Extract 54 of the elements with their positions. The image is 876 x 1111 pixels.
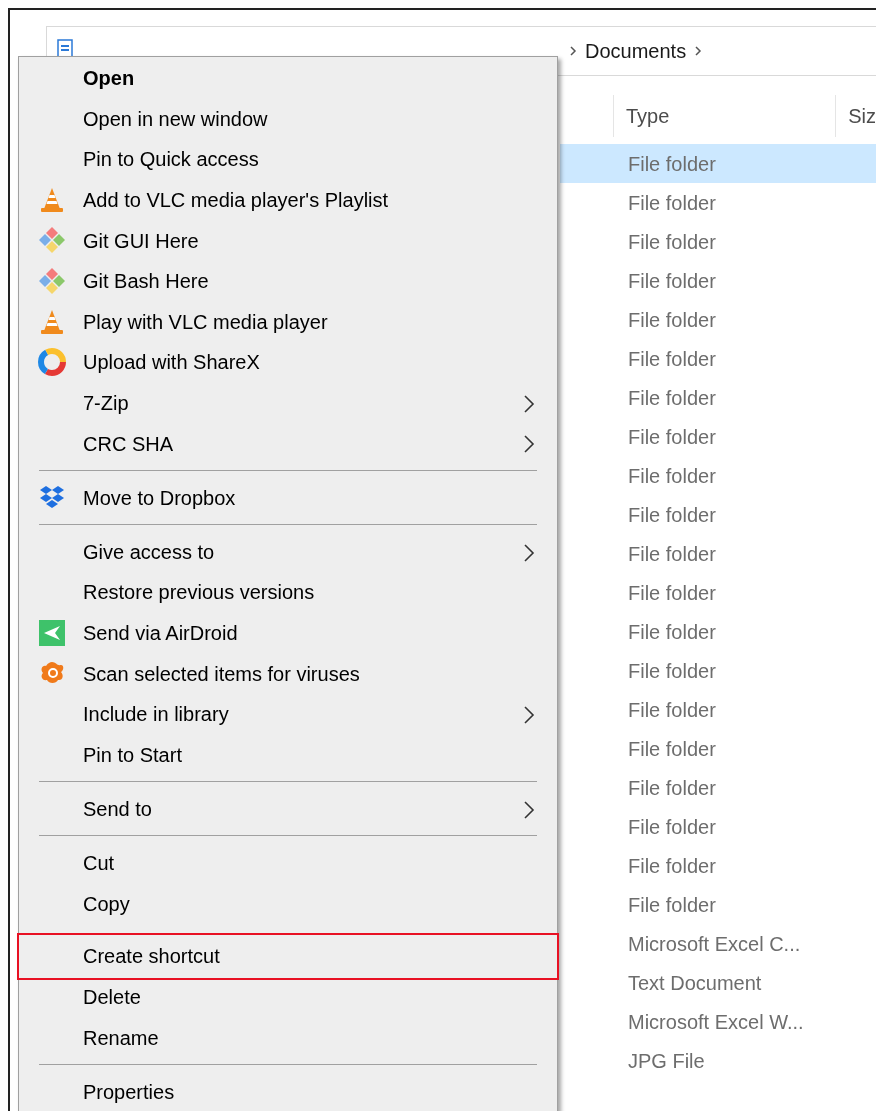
table-cell-text: File folder xyxy=(627,502,717,528)
menu-item[interactable]: 7-Zip xyxy=(19,382,557,424)
paper-plane-icon xyxy=(38,618,66,647)
table-cell-text: File folder xyxy=(627,853,717,879)
table-cell-text: File folder xyxy=(627,892,717,918)
menu-item[interactable]: Scan selected items for viruses xyxy=(19,653,557,694)
table-cell-text: File folder xyxy=(627,619,717,645)
menu-item[interactable]: Rename xyxy=(19,1017,557,1059)
menu-item[interactable]: Restore previous versions xyxy=(19,572,557,613)
diamond-icon xyxy=(38,226,66,255)
menu-item[interactable]: Copy xyxy=(19,883,557,924)
menu-item[interactable]: Git GUI Here xyxy=(19,220,557,261)
menu-item[interactable]: Git Bash Here xyxy=(19,260,557,302)
menu-item[interactable]: Play with VLC media player xyxy=(19,301,557,343)
table-cell-text: File folder xyxy=(627,346,717,372)
table-cell-text: File folder xyxy=(627,190,717,216)
table-cell-text: File folder xyxy=(627,541,717,567)
table-cell-text: File folder xyxy=(627,814,717,840)
breadcrumb-item[interactable]: Documents xyxy=(579,36,693,66)
menu-item[interactable]: Upload with ShareX xyxy=(19,342,557,383)
table-cell-text: File folder xyxy=(627,229,717,255)
table-cell-text: File folder xyxy=(627,307,717,333)
menu-item[interactable]: Pin to Start xyxy=(19,734,557,776)
menu-item[interactable]: Cut xyxy=(19,842,557,884)
menu-item[interactable]: Add to VLC media player's Playlist xyxy=(19,179,557,221)
table-cell-text: Text Document xyxy=(627,970,763,996)
table-cell-text: File folder xyxy=(627,697,717,723)
ring-icon xyxy=(38,348,66,377)
table-cell: File folder xyxy=(560,144,876,183)
table-cell-text: File folder xyxy=(627,268,717,294)
table-cell-text: File folder xyxy=(627,736,717,762)
menu-item[interactable]: Open in new window xyxy=(19,98,557,140)
diamond-icon xyxy=(38,266,66,295)
table-cell-text: File folder xyxy=(627,424,717,450)
table-cell-text: Microsoft Excel W... xyxy=(627,1009,805,1035)
table-cell-text: JPG File xyxy=(627,1048,706,1074)
menu-item[interactable]: Properties xyxy=(19,1071,557,1111)
column-header[interactable]: Type xyxy=(613,101,836,131)
menu-item[interactable]: Give access to xyxy=(19,531,557,573)
menu-item[interactable]: Include in library xyxy=(19,693,557,735)
table-cell-text: File folder xyxy=(627,463,717,489)
menu-item[interactable]: Create shortcut xyxy=(17,932,559,980)
table-cell-text: File folder xyxy=(627,775,717,801)
menu-item[interactable]: Move to Dropbox xyxy=(19,477,557,519)
menu-item[interactable]: CRC SHA xyxy=(19,423,557,464)
table-cell-text: File folder xyxy=(627,580,717,606)
table-cell-text: File folder xyxy=(627,658,717,684)
table-cell-text: File folder xyxy=(627,385,717,411)
menu-item[interactable]: Send via AirDroid xyxy=(19,612,557,654)
table-cell-text: Microsoft Excel C... xyxy=(627,931,802,957)
menu-item[interactable]: Pin to Quick access xyxy=(19,139,557,180)
chevron-icon xyxy=(567,44,579,58)
menu-item[interactable]: Send to xyxy=(19,788,557,830)
column-header[interactable]: Siz xyxy=(836,101,876,131)
